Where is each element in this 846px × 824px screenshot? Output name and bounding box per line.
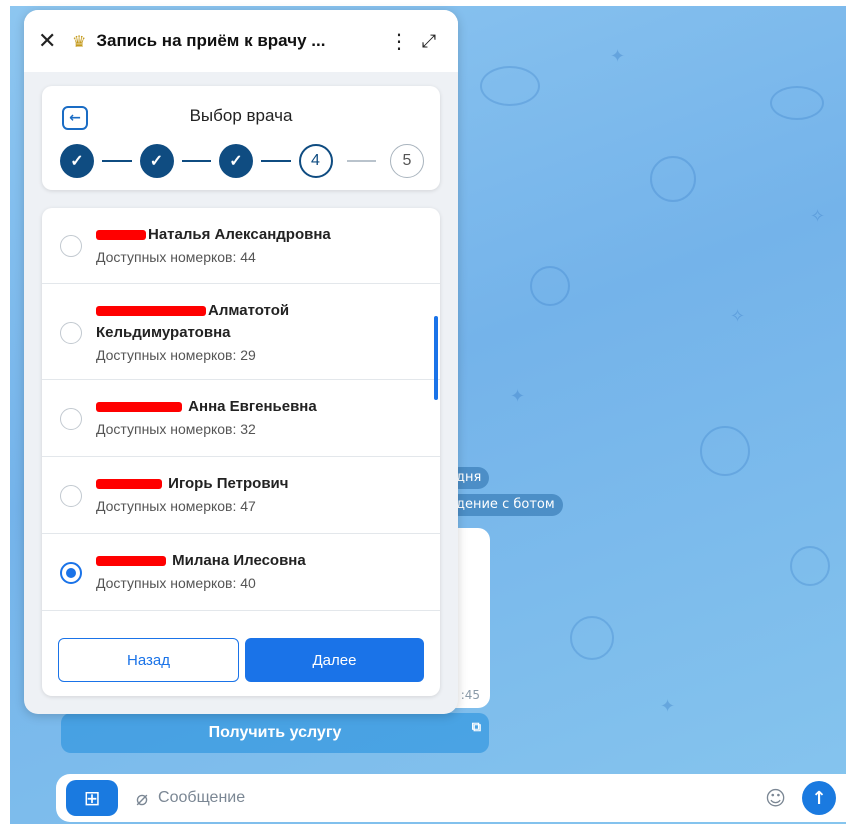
doodle-planet-3 [790,546,830,586]
get-service-label: Получить услугу [208,724,342,741]
apps-button[interactable]: ⊞ [66,780,118,816]
steps-card: ← Выбор врача ✓ ✓ ✓ 4 5 [42,86,440,190]
step-connector [261,160,291,162]
doctor-slots: Доступных номерков: 29 [96,347,256,363]
step-1-check-icon: ✓ [60,144,94,178]
get-service-button[interactable]: Получить услугу ⧉ [61,713,489,753]
doctor-item[interactable]: Анна Евгеньевна Доступных номерков: 32 [42,380,440,457]
step-3-check-icon: ✓ [219,144,253,178]
emblem-icon: ♛ [72,31,87,51]
doodle-planet-2 [570,616,614,660]
doctor-name: Игорь Петрович [96,473,424,495]
doctor-list-card: Наталья Александровна Доступных номерков… [42,208,440,696]
step-5: 5 [390,144,424,178]
doodle-saturn [770,86,824,120]
doctor-radio[interactable] [60,408,82,430]
next-button[interactable]: Далее [245,638,424,682]
step-4: 4 [298,144,333,178]
mini-app-title: Запись на приём к врачу ... [96,31,326,50]
mini-app-header: ✕ ♛ Запись на приём к врачу ... ⋮ ⤢ [24,10,458,72]
more-vertical-icon[interactable]: ⋮ [384,29,414,53]
doctor-item[interactable]: Наталья Александровна Доступных номерков… [42,208,440,284]
message-input-bar: ⊞ ⌀ Сообщение ☺ ↑ [56,774,846,822]
expand-icon[interactable]: ⤢ [414,31,444,52]
close-icon[interactable]: ✕ [38,29,68,54]
message-input[interactable]: Сообщение [158,789,765,807]
doctor-name: Анна Евгеньевна [96,396,424,418]
doctor-name: Милана Илесовна [96,550,424,572]
doodle-planet [480,66,540,106]
doctor-radio[interactable] [60,235,82,257]
doctor-radio-selected[interactable] [60,562,82,584]
doctor-name-line2: Кельдимуратовна [96,324,231,341]
back-button[interactable]: Назад [58,638,239,682]
bot-start-pill: дение с ботом [448,494,563,516]
doctor-radio[interactable] [60,322,82,344]
action-buttons: Назад Далее [58,638,424,682]
mini-app-window: ✕ ♛ Запись на приём к врачу ... ⋮ ⤢ ← Вы… [24,10,458,714]
doctor-item-selected[interactable]: Милана Илесовна Доступных номерков: 40 [42,534,440,611]
doctor-list: Наталья Александровна Доступных номерков… [42,208,440,611]
paperclip-icon[interactable]: ⌀ [136,786,148,810]
doctor-item[interactable]: Алматотой Кельдимуратовна Доступных номе… [42,284,440,380]
send-button[interactable]: ↑ [802,781,836,815]
send-arrow-icon: ↑ [811,787,827,809]
star-icon: ✧ [810,206,826,227]
redaction-mark [96,306,206,317]
step-connector [102,160,132,162]
redaction-mark [96,479,162,490]
doctor-slots: Доступных номерков: 32 [96,421,256,437]
doctor-slots: Доступных номерков: 47 [96,498,256,514]
step-connector [181,160,211,162]
doodle-astronaut [650,156,696,202]
doodle-astronaut-2 [700,426,750,476]
external-link-icon: ⧉ [471,719,481,734]
star-icon: ✦ [510,386,526,407]
message-time: :45 [460,688,480,702]
doctor-slots: Доступных номерков: 44 [96,249,256,265]
doctor-item[interactable]: Игорь Петрович Доступных номерков: 47 [42,457,440,534]
list-scrollbar[interactable] [434,316,438,400]
redaction-mark [96,402,182,413]
doctor-name: Алматотой [96,300,424,322]
doctor-name: Наталья Александровна [96,224,424,246]
redaction-mark [96,556,166,567]
star-icon: ✧ [730,306,746,327]
sticker-icon[interactable]: ☺ [765,786,786,810]
star-icon: ✦ [610,46,626,67]
doctor-slots: Доступных номерков: 40 [96,575,256,591]
stepper: ✓ ✓ ✓ 4 5 [60,144,424,178]
doodle-moon [530,266,570,306]
redaction-mark [96,230,146,241]
star-icon: ✦ [660,696,676,717]
apps-icon: ⊞ [83,786,101,810]
step-2-check-icon: ✓ [139,144,174,178]
doctor-radio[interactable] [60,485,82,507]
step-connector [346,160,376,162]
page-title: Выбор врача [189,106,293,125]
